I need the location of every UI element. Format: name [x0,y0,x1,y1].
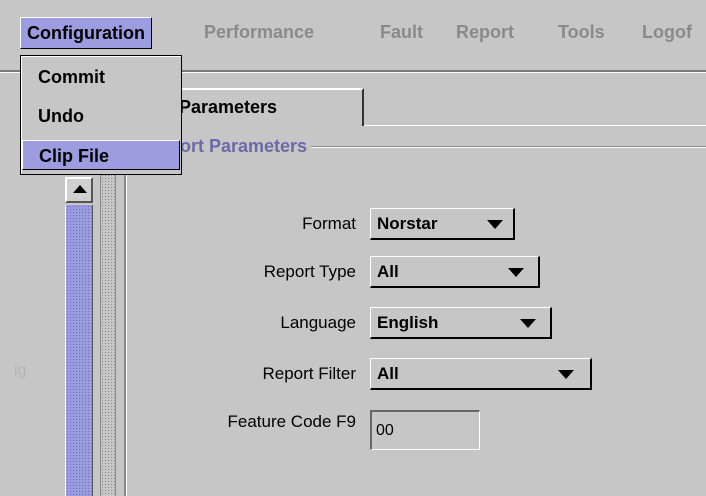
tab-report-parameters[interactable]: ort Parameters [150,88,364,126]
language-label: Language [280,313,356,332]
report-filter-value: All [377,364,399,383]
vertical-scrollbar[interactable] [65,175,95,496]
tab-divider [364,125,706,126]
chevron-down-icon [487,220,503,229]
format-value: Norstar [377,214,438,233]
menu-item-commit[interactable]: Commit [22,62,180,92]
menu-item-clip-file[interactable]: Clip File [22,140,180,170]
menu-performance[interactable]: Performance [204,17,314,47]
chevron-down-icon [520,319,536,328]
menu-report[interactable]: Report [456,17,514,47]
report-type-select[interactable]: All [370,256,540,288]
feature-code-input[interactable] [376,422,471,440]
menu-fault[interactable]: Fault [380,17,423,47]
report-type-label: Report Type [263,262,356,281]
scroll-thumb[interactable] [65,205,93,496]
chevron-down-icon [508,268,524,277]
tree-item-text: ig [14,362,27,379]
scroll-up-button[interactable] [65,177,93,203]
menu-item-undo[interactable]: Undo [22,101,180,131]
tree-panel [0,175,65,496]
report-filter-select[interactable]: All [370,358,592,390]
menu-configuration[interactable]: Configuration [20,17,152,49]
report-filter-label: Report Filter [262,364,356,383]
menu-tools[interactable]: Tools [558,17,605,47]
format-select[interactable]: Norstar [370,208,515,240]
report-type-value: All [377,262,399,281]
language-value: English [377,313,439,332]
chevron-down-icon [558,370,574,379]
language-select[interactable]: English [370,307,552,339]
feature-code-label: Feature Code F9 [227,412,356,431]
feature-code-field[interactable] [370,410,480,450]
configuration-dropdown-menu: Commit Undo Clip File [20,55,182,175]
group-title: ort Parameters [180,136,312,157]
format-label: Format [302,214,356,233]
arrow-up-icon [73,185,87,193]
menu-logoff[interactable]: Logof [642,17,692,47]
